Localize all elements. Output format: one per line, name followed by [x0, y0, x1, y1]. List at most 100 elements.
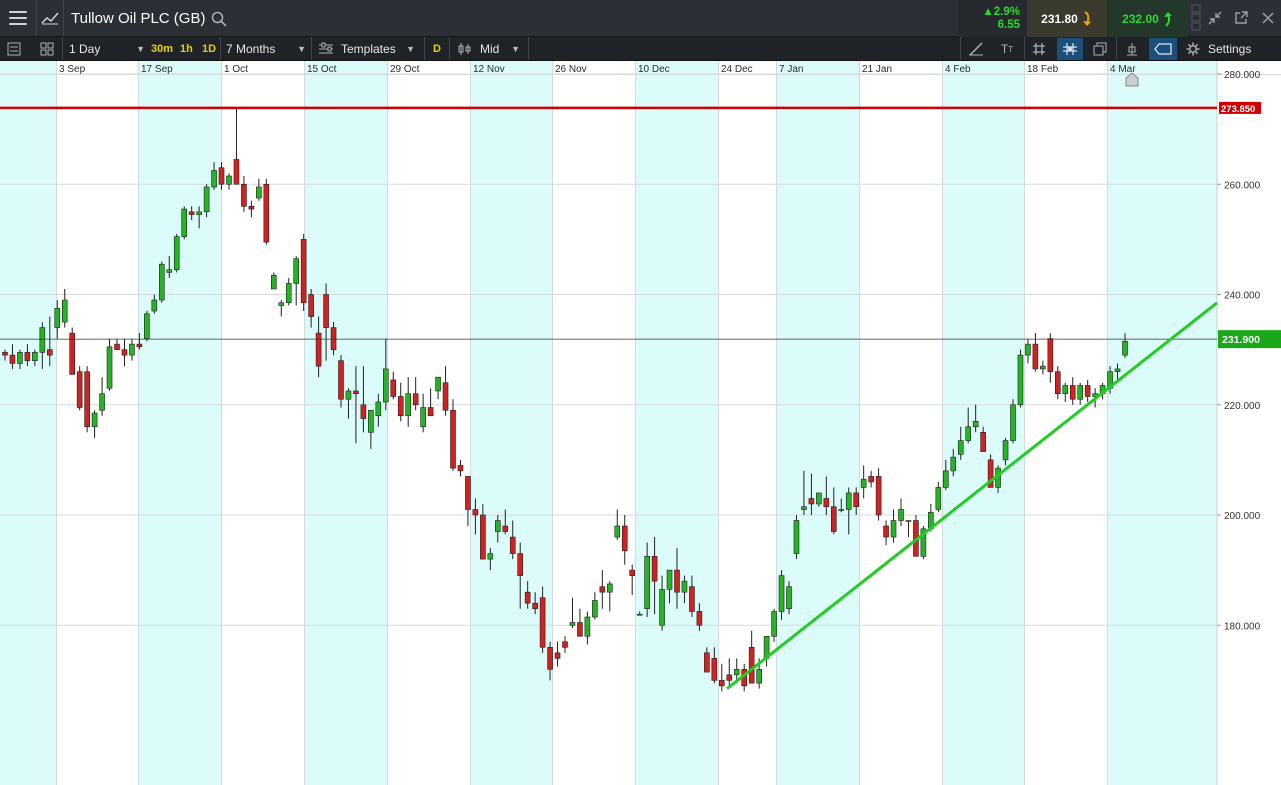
arrow-up-icon — [1163, 11, 1172, 27]
candle-body — [711, 658, 718, 681]
x-tick-label: 1 Oct — [224, 64, 248, 75]
tag-icon[interactable] — [1149, 38, 1177, 60]
quick-30m-button[interactable]: 30m — [151, 37, 173, 61]
grid-icon[interactable] — [1030, 41, 1048, 57]
candle-body — [547, 646, 553, 670]
candle-body — [323, 294, 329, 328]
candle-body — [61, 299, 68, 323]
templates-label: Templates — [341, 42, 396, 56]
price-type-select[interactable]: Mid ▼ — [480, 37, 522, 61]
candle-body — [636, 613, 643, 616]
d-badge[interactable]: D — [433, 37, 441, 61]
layout-icon[interactable] — [39, 41, 55, 57]
chart-band — [1107, 61, 1217, 785]
x-tick-label: 17 Sep — [141, 64, 173, 75]
candle — [144, 311, 150, 342]
candle — [1010, 399, 1016, 444]
candle — [390, 371, 397, 400]
candles-type-icon[interactable] — [456, 41, 474, 57]
candle — [181, 206, 187, 240]
candle-body — [300, 239, 307, 304]
candle-body — [644, 556, 650, 610]
candle-body — [786, 586, 792, 610]
candle — [748, 630, 755, 684]
candle-body — [980, 432, 986, 452]
buy-price: 232.00 — [1122, 11, 1159, 26]
candle-body — [256, 186, 262, 199]
close-icon[interactable] — [1256, 0, 1280, 36]
candle — [718, 663, 725, 692]
quick-1d-button[interactable]: 1D — [202, 37, 216, 61]
search-icon[interactable] — [209, 9, 229, 29]
sell-button[interactable]: 231.80 — [1027, 0, 1107, 37]
candle-body — [554, 652, 561, 659]
candle-body — [502, 525, 509, 532]
candle — [1062, 382, 1069, 402]
gear-icon[interactable] — [1184, 41, 1202, 57]
candle-body — [203, 186, 210, 213]
range-label: 7 Months — [226, 42, 276, 56]
candle-body — [898, 509, 904, 521]
popout-icon[interactable] — [1229, 0, 1253, 36]
collapse-icon[interactable] — [1203, 0, 1227, 36]
buy-button[interactable]: 232.00 — [1108, 0, 1188, 37]
candle-body — [718, 680, 725, 687]
chart-band — [138, 61, 221, 785]
interval-select[interactable]: 1 Day ▼ — [69, 37, 147, 61]
candle-body — [278, 302, 285, 306]
candle — [883, 520, 889, 546]
candle — [435, 376, 441, 400]
candle — [1084, 379, 1091, 402]
candle-body — [1077, 385, 1083, 400]
candle — [278, 300, 285, 317]
candle-body — [689, 586, 695, 612]
x-tick-label: 7 Jan — [779, 64, 803, 75]
candle — [875, 468, 882, 521]
candle-body — [17, 352, 23, 364]
crosshair-icon[interactable] — [1057, 38, 1083, 60]
candle-body — [457, 465, 464, 472]
candle-body — [816, 492, 822, 505]
draw-line-icon[interactable] — [966, 41, 986, 57]
candle-body — [32, 352, 38, 361]
settings-button[interactable]: Settings — [1208, 37, 1251, 61]
candle — [898, 498, 904, 527]
marker-icon[interactable] — [1122, 41, 1142, 57]
candle — [300, 233, 307, 312]
candle-body — [830, 506, 837, 532]
candle-body — [159, 263, 165, 301]
chart-canvas[interactable]: 3 Sep 17 Sep 1 Oct 15 Oct 29 Oct 12 Nov 26 Nov… — [0, 61, 1281, 785]
candle-body — [853, 492, 860, 508]
depth-icon[interactable] — [1190, 0, 1202, 36]
chart-toggle-icon[interactable] — [37, 0, 63, 36]
menu-icon[interactable] — [0, 0, 36, 36]
price-chart[interactable]: 3 Sep 17 Sep 1 Oct 15 Oct 29 Oct 12 Nov 26 Nov… — [0, 61, 1281, 785]
candle-body — [345, 390, 352, 400]
candle — [457, 459, 464, 477]
candle-body — [360, 404, 367, 419]
range-select[interactable]: 7 Months ▼ — [226, 37, 308, 61]
candle-body — [330, 327, 337, 350]
candle-body — [592, 600, 598, 618]
candle-body — [569, 622, 576, 626]
candle-body — [942, 470, 949, 488]
templates-icon[interactable] — [317, 41, 335, 57]
y-axis-panel — [1217, 61, 1281, 785]
candle-body — [748, 646, 755, 684]
candle-body — [270, 274, 277, 290]
candle-body — [621, 525, 628, 552]
candle-body — [577, 622, 583, 637]
text-tool-icon[interactable]: TT — [996, 41, 1018, 57]
candle-body — [771, 611, 777, 637]
copy-icon[interactable] — [1090, 41, 1110, 57]
templates-select[interactable]: Templates ▼ — [341, 37, 417, 61]
arrow-down-icon — [1082, 10, 1091, 26]
candle-body — [860, 478, 867, 488]
candle-body — [196, 211, 202, 215]
candle-body — [532, 602, 538, 610]
candle-body — [584, 616, 591, 637]
candle-body — [54, 307, 61, 328]
list-icon[interactable] — [6, 41, 22, 57]
candle-body — [46, 349, 53, 356]
quick-1h-button[interactable]: 1h — [180, 37, 193, 61]
